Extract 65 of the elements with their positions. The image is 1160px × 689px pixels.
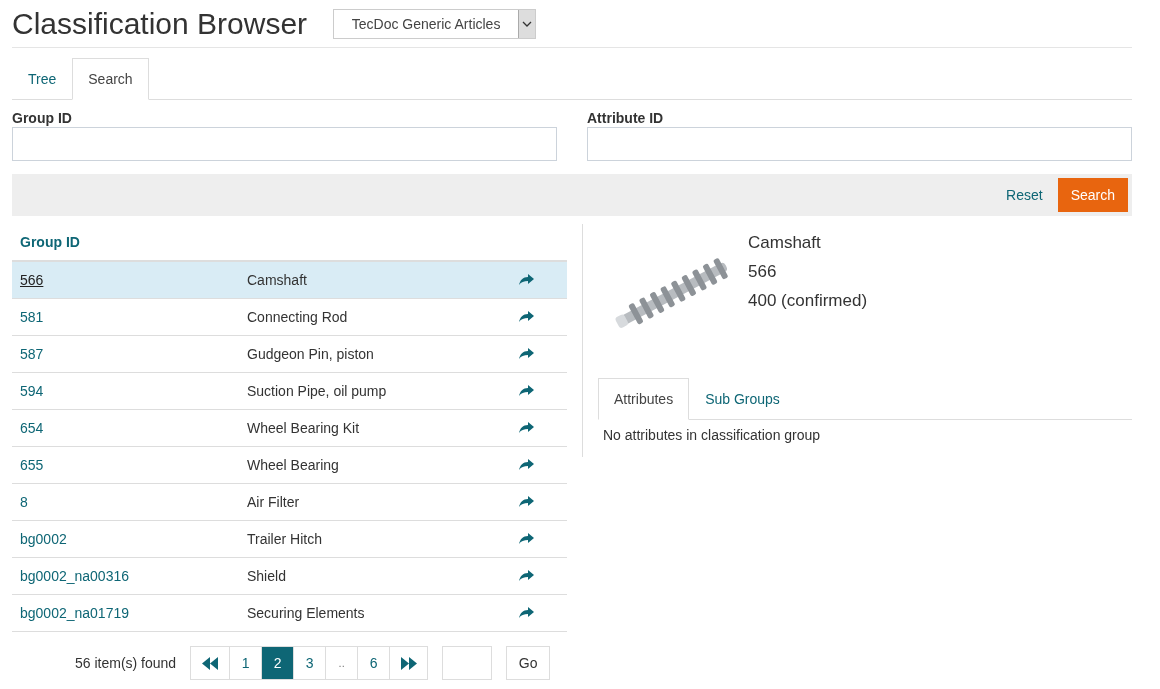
table-cell-text: Wheel Bearing Kit: [247, 420, 361, 436]
table-row[interactable]: 654 Wheel Bearing Kit: [12, 410, 567, 447]
table-row[interactable]: 594 Suction Pipe, oil pump: [12, 373, 567, 410]
input-field[interactable]: [12, 127, 557, 161]
tab[interactable]: Search: [72, 58, 149, 100]
forward-arrow-icon[interactable]: [519, 348, 534, 360]
table-row[interactable]: bg0002_na01719 Securing Elements: [12, 595, 567, 632]
table-row[interactable]: 581 Connecting Rod: [12, 299, 567, 336]
group-id-link[interactable]: 654: [20, 420, 44, 436]
catalog-dropdown[interactable]: TecDoc Generic Articles: [333, 8, 537, 39]
table-cell-text: Wheel Bearing: [247, 457, 340, 473]
table-cell-text: Trailer Hitch: [247, 531, 323, 547]
forward-arrow-icon[interactable]: [519, 422, 534, 434]
group-id-link[interactable]: 655: [20, 457, 44, 473]
forward-arrow-icon[interactable]: [519, 533, 534, 545]
tab[interactable]: Tree: [12, 58, 73, 100]
group-id-link[interactable]: 8: [20, 494, 28, 510]
table-cell-text: Securing Elements: [247, 605, 366, 621]
table-row[interactable]: bg0002 Trailer Hitch: [12, 521, 567, 558]
group-id-link[interactable]: 594: [20, 383, 44, 399]
table-cell-text: Air Filter: [247, 494, 301, 510]
double-left-arrow-icon[interactable]: [202, 656, 219, 670]
double-right-arrow-icon[interactable]: [400, 656, 417, 670]
tab[interactable]: Attributes: [598, 378, 690, 420]
group-id-link[interactable]: bg0002_na01719: [20, 605, 129, 621]
table-row[interactable]: 8 Air Filter: [12, 484, 567, 521]
page-ellipsis[interactable]: ..: [325, 647, 358, 679]
column-header[interactable]: Group ID: [20, 234, 80, 250]
table-cell-text: Suction Pipe, oil pump: [247, 383, 388, 399]
table-cell-text: Gudgeon Pin, piston: [247, 346, 375, 362]
table-row[interactable]: bg0002_na00316 Shield: [12, 558, 567, 595]
group-id-link[interactable]: 566: [20, 272, 44, 288]
input-field[interactable]: [587, 127, 1132, 161]
forward-arrow-icon[interactable]: [519, 607, 534, 619]
forward-arrow-icon[interactable]: [519, 570, 534, 582]
table-row[interactable]: 566 Camshaft: [12, 262, 567, 299]
field-label: Attribute ID: [587, 110, 665, 127]
forward-arrow-icon[interactable]: [519, 274, 534, 286]
group-status: 400 (confirmed): [748, 290, 868, 312]
page-title: Classification Browser: [12, 6, 308, 41]
group-id-link[interactable]: 587: [20, 346, 44, 362]
forward-arrow-icon[interactable]: [519, 311, 534, 323]
reset-link[interactable]: Reset: [1006, 187, 1043, 203]
forward-arrow-icon[interactable]: [519, 385, 534, 397]
page-button[interactable]: 6: [357, 647, 390, 679]
table-cell-text: Connecting Rod: [247, 309, 349, 325]
table-row[interactable]: 655 Wheel Bearing: [12, 447, 567, 484]
group-id: 566: [748, 261, 778, 283]
field-label: Group ID: [12, 110, 73, 127]
table-row[interactable]: 587 Gudgeon Pin, piston: [12, 336, 567, 373]
empty-message: No attributes in classification group: [602, 426, 822, 443]
page-input-field[interactable]: [442, 646, 493, 680]
group-id-link[interactable]: bg0002_na00316: [20, 568, 129, 584]
group-id-link[interactable]: bg0002: [20, 531, 67, 547]
page-button[interactable]: 3: [293, 647, 326, 679]
page-button[interactable]: 2: [261, 647, 294, 679]
table-cell-text: Camshaft: [247, 272, 308, 288]
result-count: 56 item(s) found: [75, 655, 177, 671]
forward-arrow-icon[interactable]: [519, 459, 534, 471]
forward-arrow-icon[interactable]: [519, 496, 534, 508]
go-button[interactable]: Go: [506, 646, 551, 680]
table-cell-text: Shield: [247, 568, 287, 584]
tab[interactable]: Sub Groups: [689, 378, 796, 420]
group-id-link[interactable]: 581: [20, 309, 44, 325]
group-name: Camshaft: [748, 232, 822, 254]
